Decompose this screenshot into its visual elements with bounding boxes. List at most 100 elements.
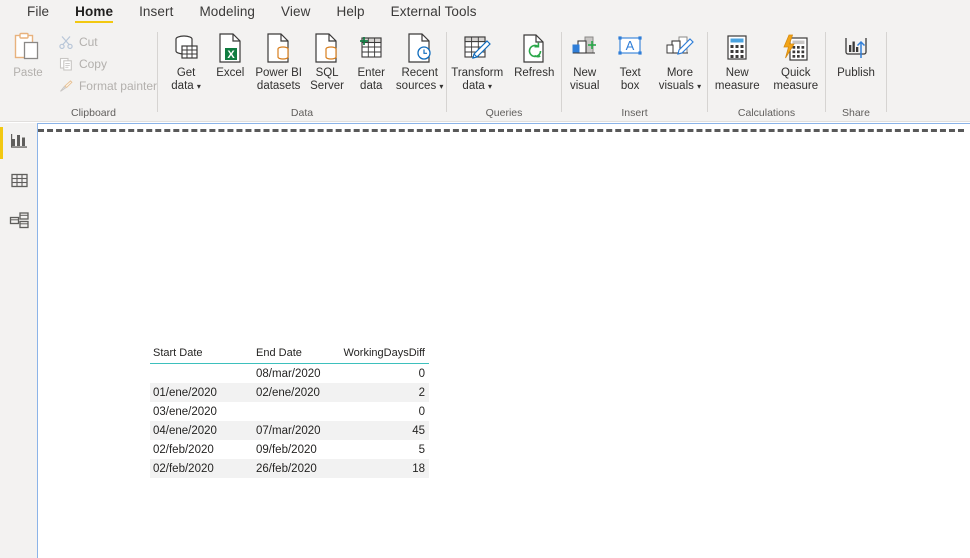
- new-measure-label-line1: New: [725, 67, 749, 79]
- report-canvas[interactable]: Start Date End Date WorkingDaysDiff 08/m…: [38, 123, 970, 558]
- cell-start-date: 03/ene/2020: [153, 405, 217, 418]
- publish-button[interactable]: Publish: [830, 26, 882, 80]
- column-header-workingdaysdiff[interactable]: WorkingDaysDiff: [340, 345, 429, 364]
- power-bi-datasets-icon: [265, 31, 293, 65]
- table-row[interactable]: 08/mar/2020 0: [150, 364, 429, 384]
- table-icon: [10, 171, 29, 195]
- copy-icon: [56, 57, 76, 71]
- excel-button[interactable]: X Excel: [208, 26, 252, 80]
- enter-data-label: Enter data: [358, 67, 386, 93]
- svg-text:A: A: [626, 38, 635, 53]
- tab-help[interactable]: Help: [323, 0, 377, 26]
- tab-external-tools[interactable]: External Tools: [378, 0, 490, 26]
- format-painter-label: Format painter: [78, 78, 157, 93]
- power-bi-datasets-label: Power BI datasets: [255, 67, 302, 93]
- copy-button[interactable]: Copy: [56, 54, 157, 73]
- table-visual[interactable]: Start Date End Date WorkingDaysDiff 08/m…: [150, 345, 429, 478]
- new-visual-button[interactable]: New visual: [562, 26, 607, 93]
- sidebar-item-model-view[interactable]: [0, 203, 38, 243]
- table-row[interactable]: 01/ene/2020 02/ene/2020 2: [150, 383, 429, 402]
- chevron-down-icon: ▾: [196, 82, 201, 91]
- transform-data-icon: [461, 31, 493, 65]
- cell-start-date: 02/feb/2020: [150, 459, 253, 478]
- group-label-share: Share: [841, 107, 871, 119]
- ribbon-group-data: Get data ▾ X Excel Power BI datasets SQL…: [158, 26, 446, 122]
- text-box-button[interactable]: A Text box: [607, 26, 652, 93]
- sql-server-label: SQL Server: [310, 67, 344, 93]
- tab-external-tools-label: External Tools: [390, 4, 477, 19]
- column-header-end-date[interactable]: End Date: [253, 345, 340, 364]
- sql-server-icon: [313, 31, 341, 65]
- cell-end-date: 08/mar/2020: [256, 367, 321, 380]
- report-page-boundary: [38, 129, 964, 132]
- table-row[interactable]: 03/ene/2020 0: [150, 402, 429, 421]
- svg-text:X: X: [228, 49, 236, 61]
- sql-server-button[interactable]: SQL Server: [305, 26, 349, 93]
- tab-home-label: Home: [75, 4, 114, 19]
- tab-file[interactable]: File: [14, 0, 62, 26]
- table-row[interactable]: 02/feb/2020 09/feb/2020 5: [150, 440, 429, 459]
- power-bi-datasets-button[interactable]: Power BI datasets: [252, 26, 305, 93]
- quick-measure-icon: [781, 31, 811, 65]
- new-visual-label-line2: visual: [570, 80, 600, 92]
- table-row[interactable]: 02/feb/2020 26/feb/2020 18: [150, 459, 429, 478]
- new-measure-label: New measure: [715, 67, 760, 93]
- recent-sources-label: Recent sources ▾: [396, 67, 444, 93]
- group-label-clipboard: Clipboard: [71, 107, 116, 119]
- get-data-label-line1: Get: [176, 67, 196, 79]
- more-visuals-button[interactable]: More visuals ▾: [653, 26, 707, 93]
- tab-home[interactable]: Home: [62, 0, 126, 26]
- power-bi-datasets-label-line2: datasets: [256, 80, 301, 92]
- cut-button[interactable]: Cut: [56, 32, 157, 51]
- transform-data-label-line2: data: [462, 80, 485, 92]
- recent-sources-button[interactable]: Recent sources ▾: [393, 26, 446, 93]
- quick-measure-label: Quick measure: [773, 67, 818, 93]
- new-visual-icon: [570, 31, 600, 65]
- tab-insert[interactable]: Insert: [126, 0, 186, 26]
- bar-chart-icon: [10, 131, 29, 155]
- excel-icon: X: [216, 31, 244, 65]
- more-visuals-icon: [665, 31, 695, 65]
- transform-data-button[interactable]: Transform data ▾: [447, 26, 507, 93]
- enter-data-button[interactable]: Enter data: [349, 26, 393, 93]
- table-row[interactable]: 04/ene/2020 07/mar/2020 45: [150, 421, 429, 440]
- get-data-button[interactable]: Get data ▾: [164, 26, 208, 93]
- get-data-icon: [170, 31, 202, 65]
- quick-measure-button[interactable]: Quick measure: [767, 26, 826, 93]
- tab-view-label: View: [281, 4, 311, 19]
- chevron-down-icon: ▾: [439, 82, 444, 91]
- new-measure-button[interactable]: New measure: [708, 26, 767, 93]
- tab-view[interactable]: View: [268, 0, 323, 26]
- table-header: Start Date End Date WorkingDaysDiff: [150, 345, 429, 364]
- sidebar-item-report-view[interactable]: [0, 123, 38, 163]
- cell-start-date: [150, 364, 253, 384]
- publish-icon: [841, 31, 871, 65]
- get-data-label-line2: data: [171, 80, 194, 92]
- enter-data-label-line1: Enter: [357, 67, 386, 79]
- group-label-calculations: Calculations: [737, 107, 796, 119]
- cell-workingdaysdiff: 2: [340, 383, 429, 402]
- chevron-down-icon: ▾: [697, 82, 702, 91]
- tab-modeling[interactable]: Modeling: [186, 0, 268, 26]
- paste-icon: [13, 31, 43, 65]
- cell-workingdaysdiff: 0: [418, 367, 425, 380]
- excel-label: Excel: [216, 67, 245, 79]
- column-header-start-date[interactable]: Start Date: [150, 345, 253, 364]
- more-visuals-label-line1: More: [666, 67, 694, 79]
- refresh-button[interactable]: Refresh: [507, 26, 561, 80]
- sql-server-label-line2: Server: [310, 80, 345, 92]
- new-visual-label: New visual: [570, 67, 599, 93]
- paste-button[interactable]: Paste: [6, 26, 50, 80]
- text-box-icon: A: [615, 31, 645, 65]
- sidebar-item-data-view[interactable]: [0, 163, 38, 203]
- tab-modeling-label: Modeling: [199, 4, 256, 19]
- tab-file-label: File: [27, 4, 50, 19]
- cell-end-date: 07/mar/2020: [253, 421, 340, 440]
- cell-end-date: [253, 402, 340, 421]
- cell-workingdaysdiff: 0: [418, 405, 425, 418]
- text-box-label-line1: Text: [619, 67, 641, 79]
- format-painter-button[interactable]: Format painter: [56, 76, 157, 95]
- cell-workingdaysdiff: 45: [340, 421, 429, 440]
- refresh-icon: [520, 31, 548, 65]
- power-bi-desktop-window: File Home Insert Modeling View Help Exte…: [0, 0, 970, 558]
